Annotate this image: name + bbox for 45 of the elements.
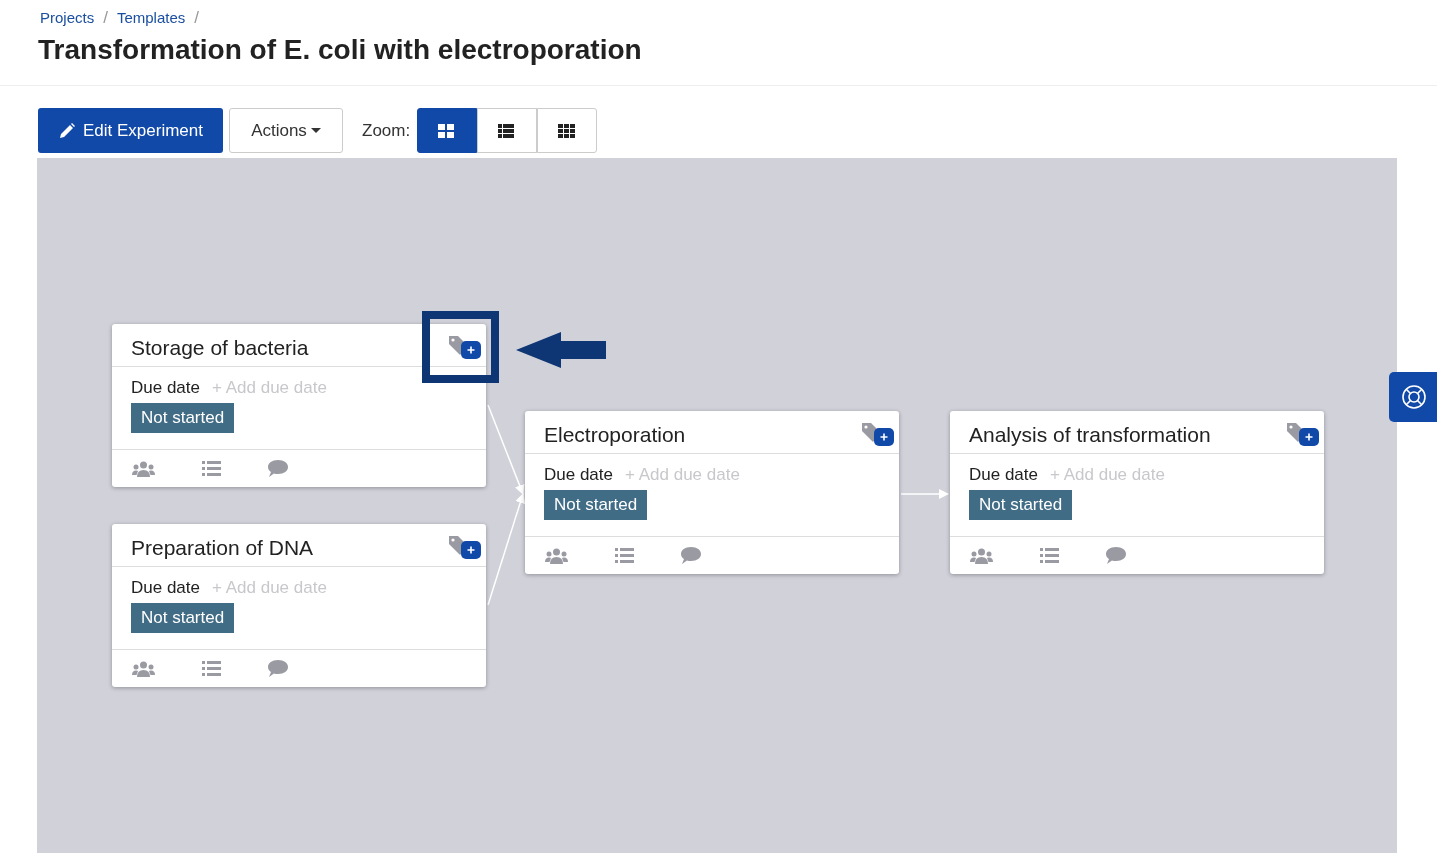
zoom-toggle-button[interactable]: [417, 108, 478, 153]
list-icon[interactable]: [615, 548, 634, 563]
due-date-label: Due date: [969, 464, 1038, 486]
status-label: Not started: [131, 403, 235, 433]
people-icon[interactable]: [545, 547, 568, 564]
caret-icon: [310, 127, 321, 134]
connector-arrow: [900, 489, 949, 499]
comment-icon[interactable]: [268, 660, 288, 677]
zoom-label: Zoom:: [362, 119, 411, 142]
status-label: Not started: [544, 490, 648, 520]
task-title[interactable]: Analysis of transformation: [969, 421, 1211, 449]
breadcrumb-separator: /: [103, 7, 108, 29]
actions-dropdown-button[interactable]: Actions: [229, 108, 343, 153]
people-icon[interactable]: [970, 547, 993, 564]
people-icon[interactable]: [132, 460, 155, 477]
comment-icon[interactable]: [268, 460, 288, 477]
list-icon: [498, 123, 517, 138]
edit-experiment-button[interactable]: Edit Experiment: [38, 108, 223, 153]
comment-icon[interactable]: [681, 547, 701, 564]
add-tag-icon[interactable]: [448, 335, 481, 359]
status-label: Not started: [131, 603, 235, 633]
add-tag-icon[interactable]: [1286, 422, 1319, 446]
page-title: Transformation of E. coli with electroporation: [38, 32, 643, 67]
task-title[interactable]: Storage of bacteria: [131, 334, 309, 362]
status-label: Not started: [969, 490, 1073, 520]
small-grid-icon: [558, 123, 577, 138]
list-icon[interactable]: [202, 661, 221, 676]
breadcrumb-link[interactable]: Projects: [40, 6, 95, 29]
lifebuoy-icon: [1401, 384, 1427, 410]
breadcrumb-separator: /: [194, 7, 200, 29]
pencil-icon: [58, 121, 76, 140]
due-date-label: Due date: [131, 577, 200, 599]
breadcrumb-link[interactable]: Templates: [116, 6, 186, 29]
comment-icon[interactable]: [1106, 547, 1126, 564]
task-title[interactable]: Preparation of DNA: [131, 534, 314, 562]
help-button[interactable]: [1389, 372, 1437, 422]
list-icon[interactable]: [202, 461, 221, 476]
task-title[interactable]: Electroporation: [544, 421, 686, 449]
add-tag-icon[interactable]: [861, 422, 894, 446]
people-icon[interactable]: [132, 660, 155, 677]
due-date-label: Due date: [131, 377, 200, 399]
list-icon[interactable]: [1040, 548, 1059, 563]
add-tag-icon[interactable]: [448, 535, 481, 559]
due-date-label: Due date: [544, 464, 613, 486]
large-grid-icon: [438, 123, 457, 138]
